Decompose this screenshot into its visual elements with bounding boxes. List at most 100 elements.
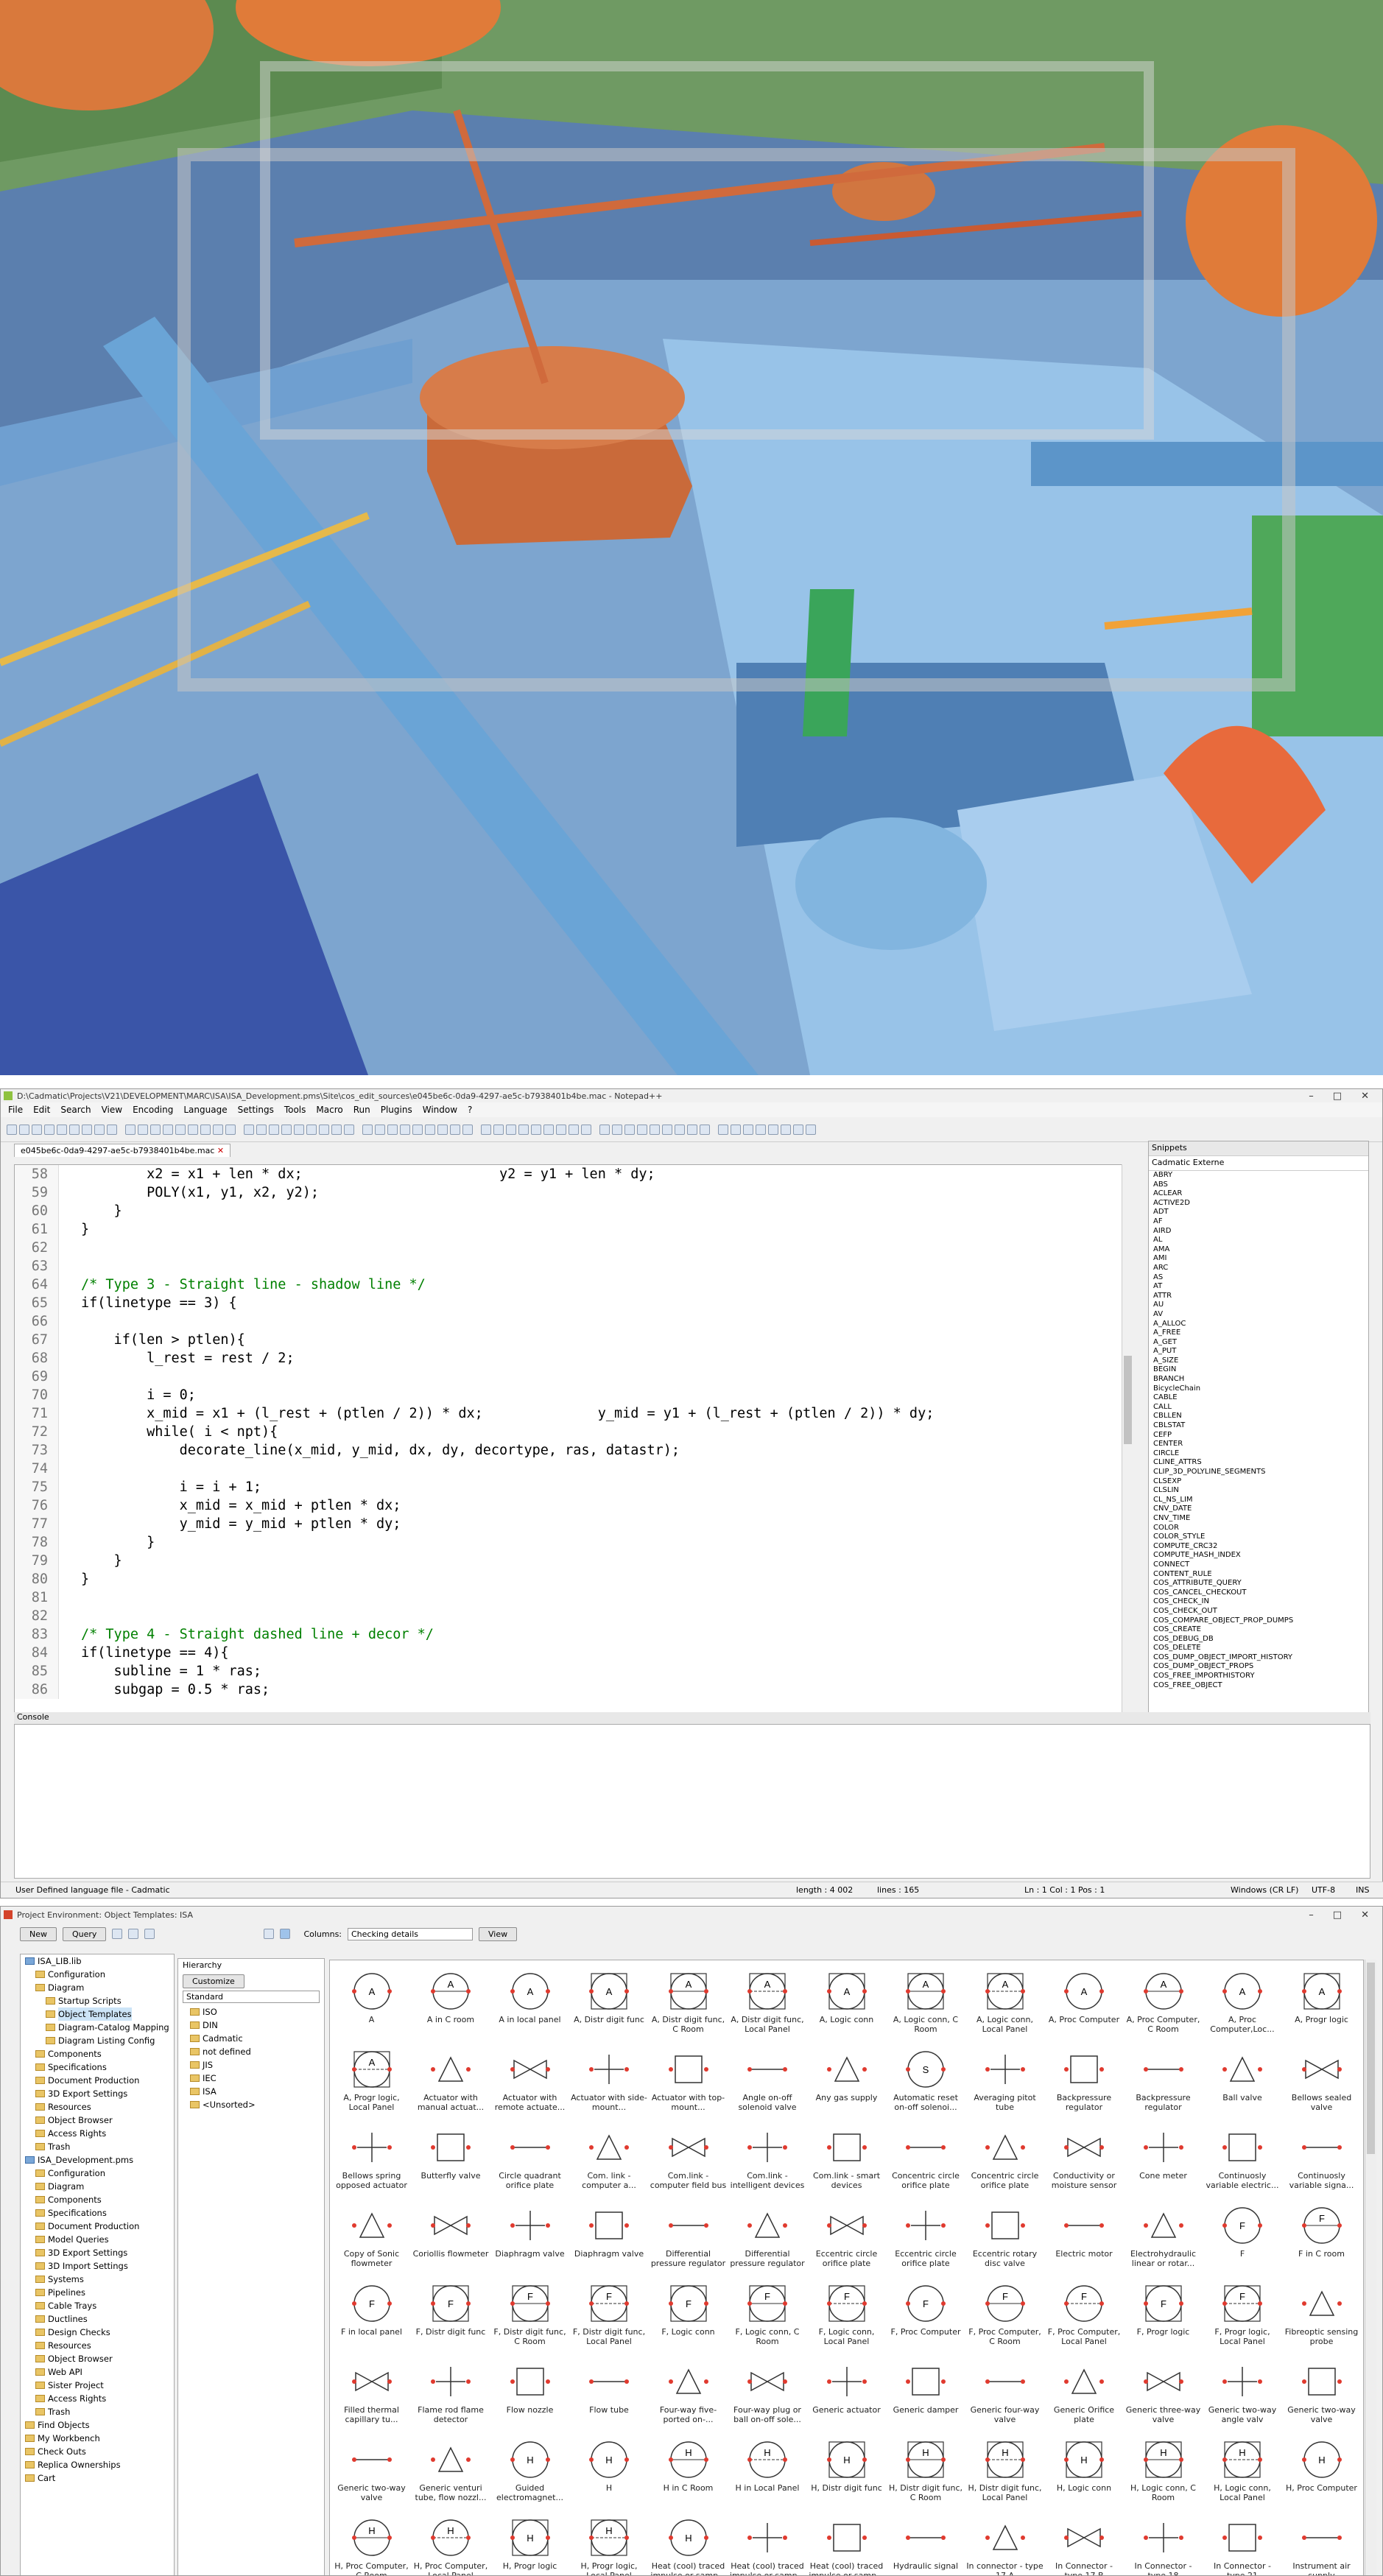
- toolbar-icon[interactable]: [650, 1124, 660, 1135]
- snippet-item[interactable]: ADT: [1149, 1208, 1368, 1217]
- template-item[interactable]: Fibreoptic sensing probe: [1283, 2277, 1360, 2355]
- toolbar-icon[interactable]: [362, 1124, 373, 1135]
- menu-item-9[interactable]: Run: [353, 1105, 370, 1115]
- toolbar-icon[interactable]: [450, 1124, 460, 1135]
- tree-node[interactable]: Cart: [21, 2471, 174, 2485]
- template-item[interactable]: Com.link - smart devices: [808, 2121, 885, 2199]
- toolbar-icon[interactable]: [493, 1124, 504, 1135]
- snippet-item[interactable]: A_SIZE: [1149, 1356, 1368, 1366]
- toolbar-icon[interactable]: [425, 1124, 435, 1135]
- toolbar-icon[interactable]: [375, 1124, 385, 1135]
- template-item[interactable]: Generic Orifice plate: [1046, 2355, 1123, 2433]
- template-item[interactable]: F F, Proc Computer, Local Panel: [1046, 2277, 1123, 2355]
- tree-node[interactable]: Startup Scripts: [21, 1994, 174, 2007]
- toolbar-icon[interactable]: [412, 1124, 423, 1135]
- snippet-item[interactable]: COS_CHECK_OUT: [1149, 1607, 1368, 1616]
- template-item[interactable]: H H, Logic conn, Local Panel: [1204, 2433, 1281, 2511]
- template-item[interactable]: H H in C Room: [650, 2433, 727, 2511]
- template-item[interactable]: H H, Distr digit func: [808, 2433, 885, 2511]
- tree-node[interactable]: Configuration: [21, 1968, 174, 1981]
- tree-node[interactable]: Object Browser: [21, 2114, 174, 2127]
- tree-node[interactable]: Trash: [21, 2140, 174, 2153]
- toolbar-icon[interactable]: [768, 1124, 778, 1135]
- template-item[interactable]: Conductivity or moisture sensor: [1046, 2121, 1123, 2199]
- toolbar-icon[interactable]: [731, 1124, 741, 1135]
- toolbar-icon[interactable]: [543, 1124, 554, 1135]
- toolbar-icon[interactable]: [793, 1124, 803, 1135]
- tree-node[interactable]: ISA_Development.pms: [21, 2153, 174, 2167]
- template-item[interactable]: Flame rod flame detector: [412, 2355, 490, 2433]
- toolbar-icon[interactable]: [700, 1124, 710, 1135]
- hierarchy-list[interactable]: ISO DIN Cadmatic not defined JIS IEC ISA <Unsor…: [178, 2005, 324, 2111]
- tree-node[interactable]: Sister Project: [21, 2379, 174, 2392]
- toolbar-icon[interactable]: [331, 1124, 342, 1135]
- snippet-item[interactable]: CONNECT: [1149, 1560, 1368, 1570]
- snippet-item[interactable]: BRANCH: [1149, 1375, 1368, 1384]
- menu-item-6[interactable]: Settings: [238, 1105, 274, 1115]
- toolbar-icon[interactable]: [662, 1124, 672, 1135]
- toolbar-icon[interactable]: [7, 1124, 17, 1135]
- template-item[interactable]: Electrohydraulic linear or rotar...: [1125, 2199, 1202, 2277]
- template-item[interactable]: Cone meter: [1125, 2121, 1202, 2199]
- template-item[interactable]: H H, Logic conn: [1046, 2433, 1123, 2511]
- snippet-item[interactable]: CBLLEN: [1149, 1412, 1368, 1421]
- toolbar-icon[interactable]: [44, 1124, 54, 1135]
- toolbar-icon[interactable]: [256, 1124, 267, 1135]
- hierarchy-item[interactable]: ISO: [183, 2005, 324, 2019]
- snippet-item[interactable]: AV: [1149, 1310, 1368, 1320]
- template-item[interactable]: H H, Proc Computer, C Room: [333, 2511, 410, 2575]
- toolbar-icon[interactable]: [400, 1124, 410, 1135]
- hierarchy-item[interactable]: ISA: [183, 2085, 324, 2098]
- toolbar-icon[interactable]: [269, 1124, 279, 1135]
- snippet-item[interactable]: COS_DUMP_OBJECT_IMPORT_HISTORY: [1149, 1653, 1368, 1663]
- toolbar-icon[interactable]: [387, 1124, 398, 1135]
- query-button[interactable]: Query: [63, 1926, 107, 1941]
- template-item[interactable]: Eccentric circle orifice plate: [887, 2199, 965, 2277]
- menu-item-3[interactable]: View: [102, 1105, 122, 1115]
- template-item[interactable]: Diaphragm valve: [491, 2199, 569, 2277]
- toolbar-icon[interactable]: [150, 1124, 161, 1135]
- template-item[interactable]: In Connector - type 17 B: [1046, 2511, 1123, 2575]
- template-item[interactable]: A A, Progr logic: [1283, 1965, 1360, 2043]
- toolbar-icon[interactable]: [462, 1124, 473, 1135]
- toolbar-icon[interactable]: [175, 1124, 186, 1135]
- pet-close-icon[interactable]: ✕: [1361, 1910, 1369, 1921]
- template-item[interactable]: Actuator with side-mount...: [571, 2043, 648, 2121]
- tree-node[interactable]: Web API: [21, 2365, 174, 2379]
- template-item[interactable]: F F, Progr logic, Local Panel: [1204, 2277, 1281, 2355]
- template-item[interactable]: In connector - type 17 A: [966, 2511, 1044, 2575]
- template-item[interactable]: Generic venturi tube, flow nozzl...: [412, 2433, 490, 2511]
- template-item[interactable]: A A, Proc Computer,Loc...: [1204, 1965, 1281, 2043]
- template-item[interactable]: F F, Logic conn, C Room: [729, 2277, 806, 2355]
- tree-node[interactable]: 3D Import Settings: [21, 2259, 174, 2273]
- toolbar-icon[interactable]: [743, 1124, 753, 1135]
- template-item[interactable]: In Connector - type 21: [1204, 2511, 1281, 2575]
- template-item[interactable]: Hydraulic signal: [887, 2511, 965, 2575]
- snippet-item[interactable]: CL_NS_LIM: [1149, 1496, 1368, 1505]
- tree-node[interactable]: Find Objects: [21, 2418, 174, 2432]
- template-item[interactable]: F F, Distr digit func, Local Panel: [571, 2277, 648, 2355]
- tree-node[interactable]: Cable Trays: [21, 2299, 174, 2312]
- snippet-item[interactable]: CLSEXP: [1149, 1477, 1368, 1487]
- template-item[interactable]: Backpressure regulator: [1046, 2043, 1123, 2121]
- template-item[interactable]: Backpressure regulator: [1125, 2043, 1202, 2121]
- tree-node[interactable]: Replica Ownerships: [21, 2458, 174, 2471]
- menu-item-1[interactable]: Edit: [33, 1105, 50, 1115]
- snippets-list[interactable]: ABRY ABS ACLEAR ACTIVE2D ADT AF AIRD AL AMA AMI AR…: [1149, 1171, 1368, 1690]
- snippet-item[interactable]: ABRY: [1149, 1171, 1368, 1180]
- template-item[interactable]: Coriollis flowmeter: [412, 2199, 490, 2277]
- tree-node[interactable]: Ductlines: [21, 2312, 174, 2326]
- tab-current-file[interactable]: e045be6c-0da9-4297-ae5c-b7938401b4be.mac…: [14, 1144, 231, 1157]
- template-item[interactable]: Ball valve: [1204, 2043, 1281, 2121]
- tree-node[interactable]: 3D Export Settings: [21, 2246, 174, 2259]
- toolbar-icon[interactable]: [138, 1124, 148, 1135]
- toolbar-icon[interactable]: [225, 1124, 236, 1135]
- toolbar-icon[interactable]: [506, 1124, 516, 1135]
- tree-node[interactable]: Diagram-Catalog Mapping: [21, 2021, 174, 2034]
- tree-node[interactable]: Resources: [21, 2339, 174, 2352]
- hierarchy-item[interactable]: <Unsorted>: [183, 2098, 324, 2111]
- template-item[interactable]: Com.link - intelligent devices: [729, 2121, 806, 2199]
- toolbar-icon[interactable]: [107, 1124, 117, 1135]
- template-item[interactable]: A A in C room: [412, 1965, 490, 2043]
- template-item[interactable]: A A, Distr digit func: [571, 1965, 648, 2043]
